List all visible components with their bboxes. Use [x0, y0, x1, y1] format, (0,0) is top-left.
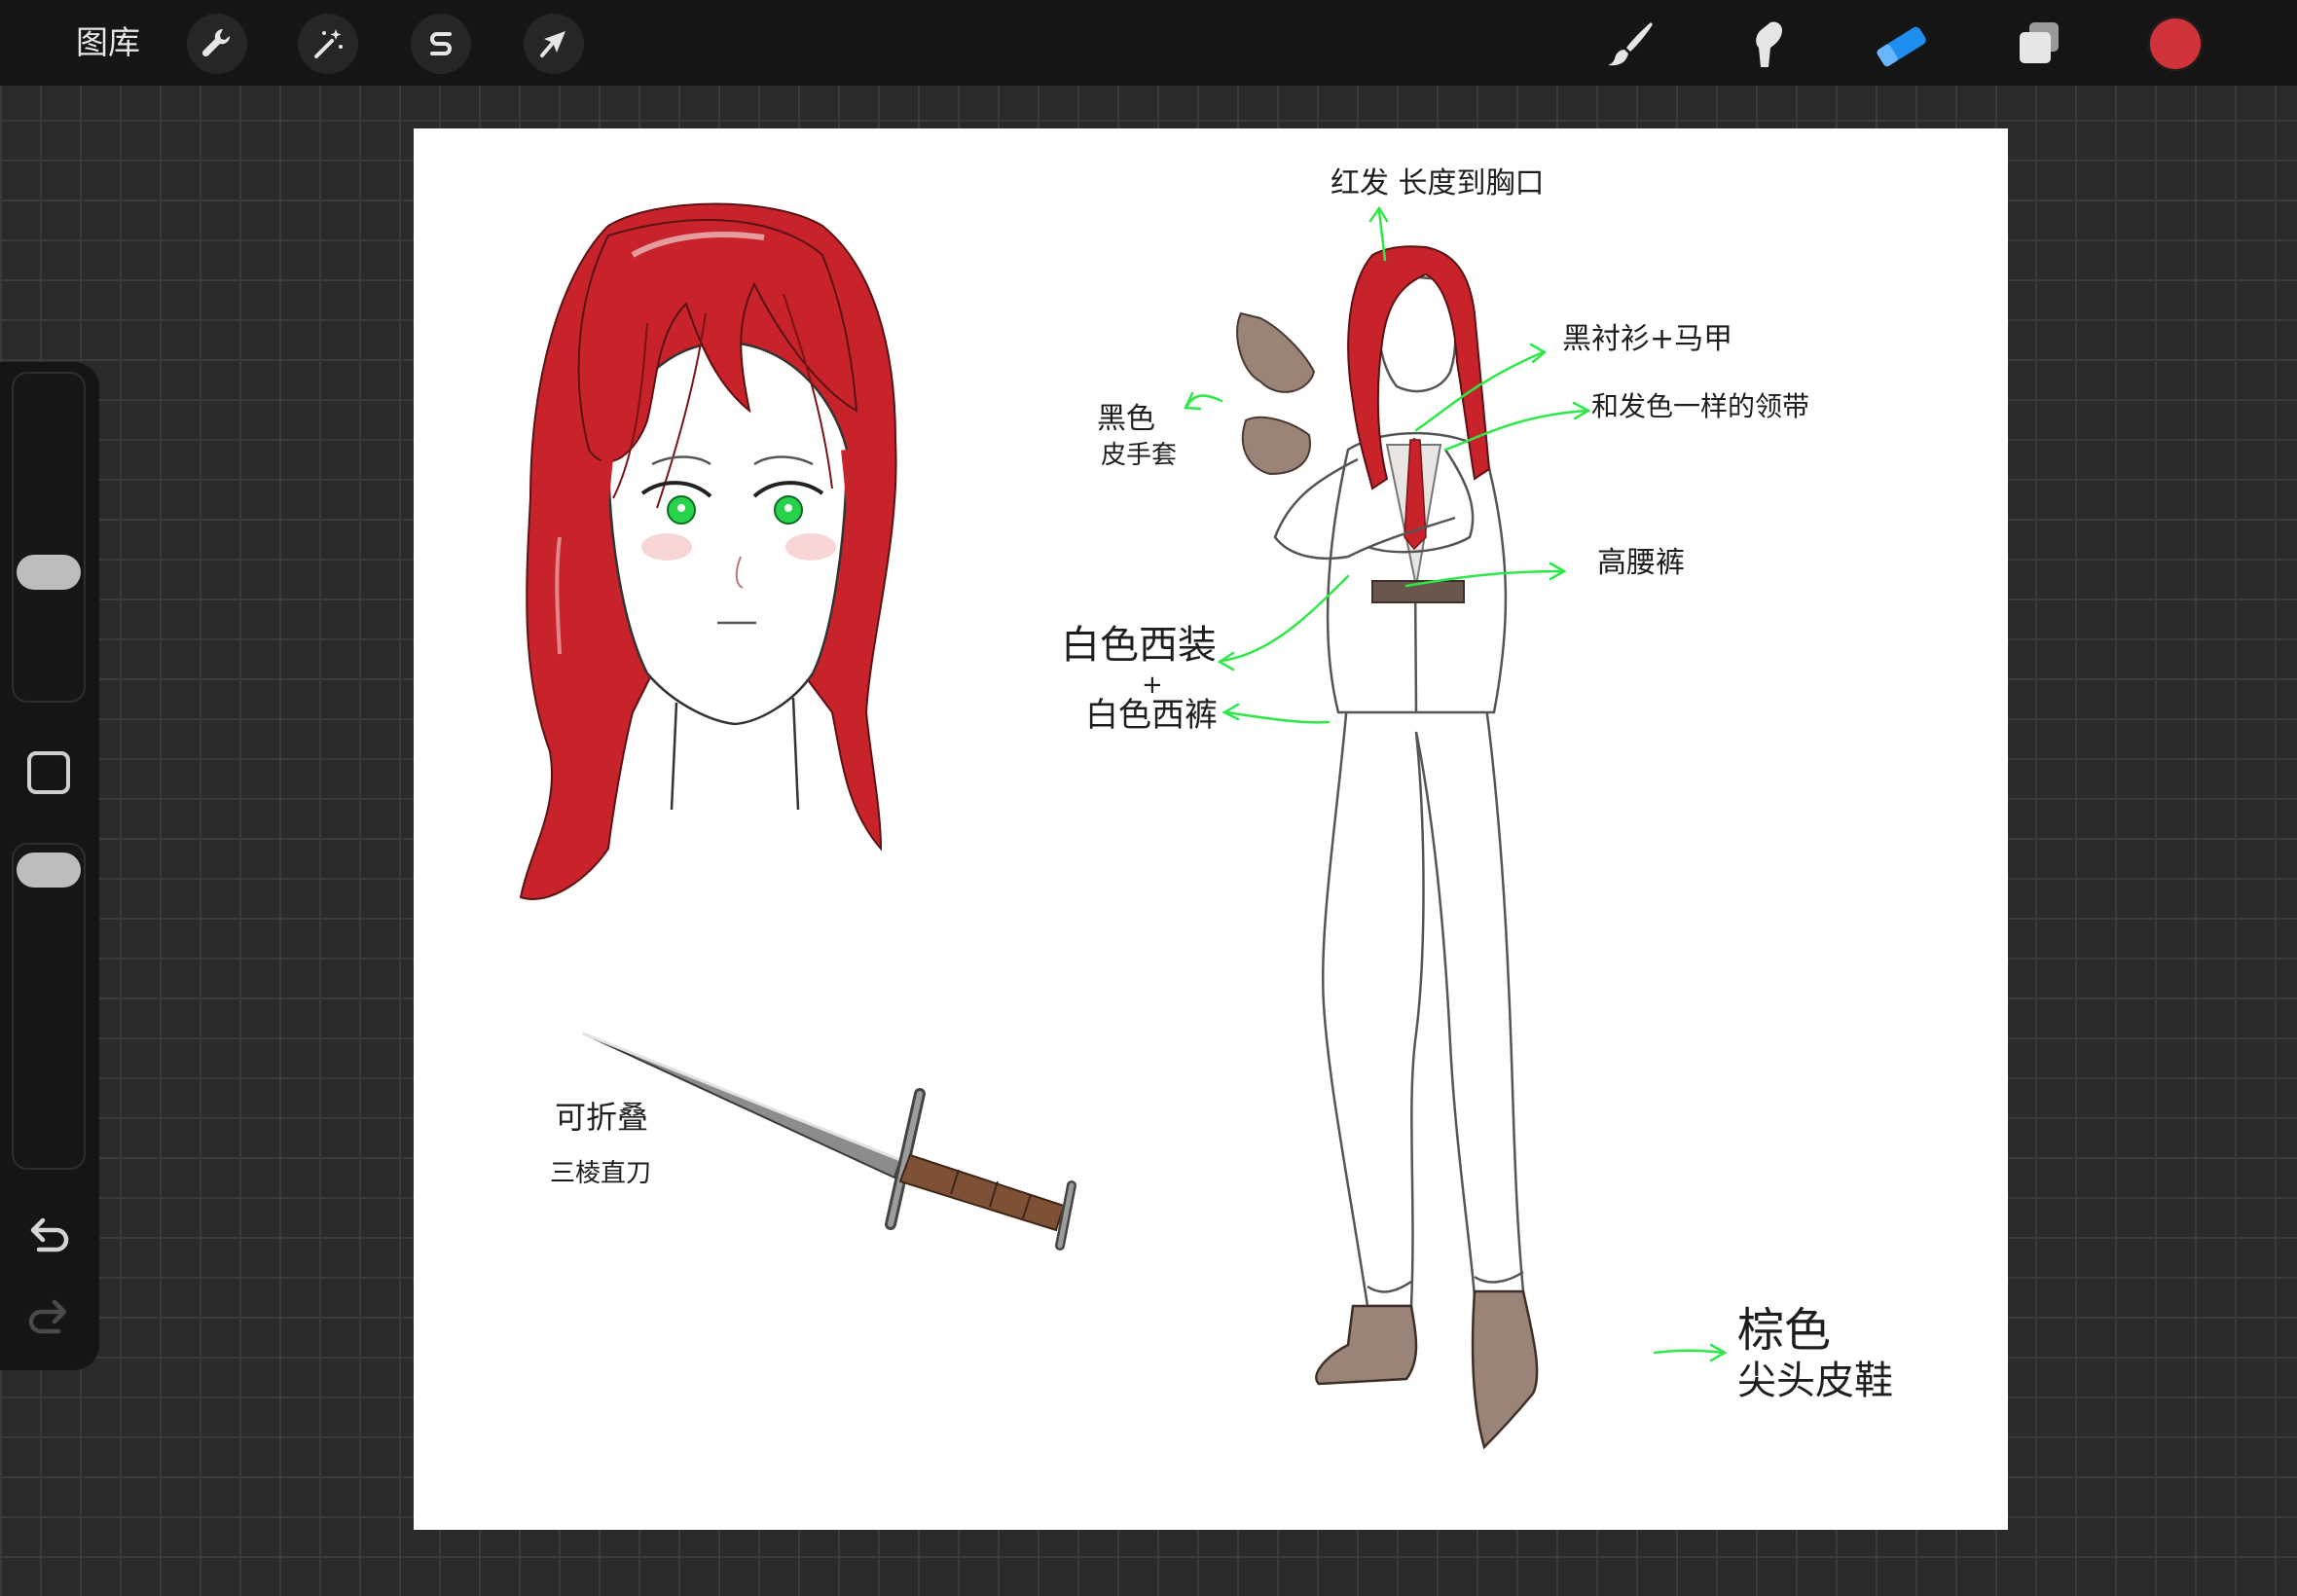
selection-s-icon	[423, 26, 458, 61]
note-suit-line1: 白色西装	[1061, 623, 1217, 668]
portrait-head	[519, 202, 897, 900]
full-body-figure	[1236, 245, 1539, 1450]
move-arrow-icon	[536, 26, 571, 61]
transform-button[interactable]	[524, 14, 584, 74]
brush-tool-button[interactable]	[1600, 14, 1660, 74]
adjustments-button[interactable]	[298, 14, 358, 74]
selection-button[interactable]	[411, 14, 471, 74]
undo-icon[interactable]	[23, 1213, 74, 1259]
wrench-icon	[200, 26, 235, 61]
note-knife-line1: 可折叠	[555, 1099, 649, 1136]
note-knife-line2: 三棱直刀	[550, 1159, 652, 1188]
note-high-waist: 高腰裤	[1597, 546, 1685, 580]
magic-wand-icon	[310, 26, 346, 61]
note-shirt-vest: 黑衬衫+马甲	[1562, 322, 1733, 356]
knife-drawing	[582, 1032, 1076, 1251]
redo-icon[interactable]	[23, 1294, 74, 1341]
note-shoes-line2: 尖头皮鞋	[1737, 1359, 1893, 1403]
eraser-icon	[1876, 18, 1930, 69]
note-tie: 和发色一样的领带	[1591, 390, 1810, 422]
top-toolbar: 图库	[0, 0, 2297, 86]
smudge-tool-button[interactable]	[1736, 14, 1797, 74]
note-gloves-line1: 黑色	[1097, 402, 1155, 436]
smudge-icon	[1741, 18, 1792, 69]
layers-button[interactable]	[2009, 14, 2069, 74]
gallery-button[interactable]: 图库	[76, 19, 140, 66]
note-gloves-line2: 皮手套	[1101, 441, 1178, 470]
eraser-tool-button[interactable]	[1873, 14, 1933, 74]
modify-square-button[interactable]	[27, 751, 70, 794]
note-hair: 红发 长度到胸口	[1331, 166, 1545, 200]
drawing-canvas[interactable]: 红发 长度到胸口 黑衬衫+马甲 和发色一样的领带 黑色 皮手套 高腰裤 白色西装…	[414, 128, 2008, 1530]
opacity-slider[interactable]	[12, 843, 86, 1170]
left-sidebar	[0, 362, 99, 1370]
actions-button[interactable]	[187, 14, 247, 74]
layers-icon	[2014, 18, 2064, 69]
opacity-slider-handle[interactable]	[17, 852, 81, 888]
note-shoes-line1: 棕色	[1737, 1303, 1832, 1358]
brush-size-slider[interactable]	[12, 372, 86, 703]
note-suit-line2: 白色西裤	[1085, 696, 1218, 735]
brush-size-slider-handle[interactable]	[17, 555, 81, 590]
brush-icon	[1605, 18, 1656, 69]
color-picker-button[interactable]	[2148, 17, 2203, 71]
